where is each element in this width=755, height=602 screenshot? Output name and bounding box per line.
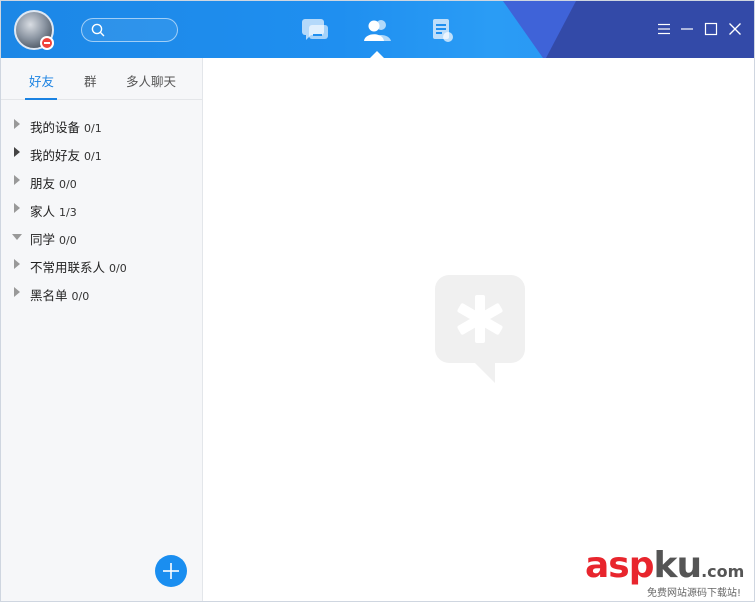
app-window: 好友 群 多人聊天 我的设备 0/1 我的好友 0/1 朋友 0/0 家人 1/3 [0,0,755,602]
menu-button[interactable] [656,21,672,37]
group-count: 0/0 [59,234,77,247]
group-count: 0/0 [59,178,77,191]
maximize-button[interactable] [703,21,719,37]
active-tab-underline [25,98,57,100]
nav-feeds-button[interactable] [426,15,458,45]
plus-icon [163,563,179,579]
chevron-right-icon [14,119,20,129]
chat-bubbles-icon [302,19,328,40]
chevron-right-icon [14,259,20,269]
group-count: 0/0 [71,290,90,303]
title-bar [1,1,754,58]
search-input[interactable] [110,21,172,39]
watermark-subtitle: 免费网站源码下载站! [647,588,742,599]
minimize-icon [681,28,693,30]
group-my-friends[interactable]: 我的好友 0/1 [1,138,202,166]
contacts-icon [364,20,391,41]
friend-group-list: 我的设备 0/1 我的好友 0/1 朋友 0/0 家人 1/3 同学 0/0 不常用联系人… [1,110,202,306]
search-box[interactable] [81,18,178,42]
group-classmates[interactable]: 同学 0/0 [1,222,202,250]
nav-messages-button[interactable] [299,15,331,45]
add-button[interactable] [155,555,187,587]
group-name: 不常用联系人 [30,260,106,275]
group-infrequent-contacts[interactable]: 不常用联系人 0/0 [1,250,202,278]
status-busy-icon[interactable] [40,36,54,50]
group-name: 家人 [30,204,56,219]
site-watermark: aspku.com 免费网站源码下载站! [585,546,753,601]
contacts-tabs: 好友 群 多人聊天 [1,58,202,100]
watermark-brand: asp [585,545,654,586]
group-count: 1/3 [59,206,77,219]
tab-multi-chat[interactable]: 多人聊天 [126,71,176,90]
tab-friends[interactable]: 好友 [29,71,54,90]
group-count: 0/1 [84,150,102,163]
group-family[interactable]: 家人 1/3 [1,194,202,222]
menu-icon [658,23,670,35]
chevron-right-icon [14,147,20,157]
tab-groups[interactable]: 群 [84,71,97,90]
group-my-devices[interactable]: 我的设备 0/1 [1,110,202,138]
contacts-sidebar: 好友 群 多人聊天 我的设备 0/1 我的好友 0/1 朋友 0/0 家人 1/3 [1,58,203,601]
chevron-right-icon [14,175,20,185]
minimize-button[interactable] [679,21,695,37]
group-blacklist[interactable]: 黑名单 0/0 [1,278,202,306]
watermark-suffix: .com [701,562,745,581]
close-icon [729,23,741,35]
watermark-brand-2: ku [653,545,703,586]
group-name: 黑名单 [30,288,68,303]
group-count: 0/1 [84,122,102,135]
active-nav-indicator [370,51,384,58]
group-name: 我的设备 [30,120,81,135]
maximize-icon [704,22,718,36]
close-button[interactable] [727,21,743,37]
tim-logo-icon [435,275,525,383]
chevron-right-icon [14,203,20,213]
title-bar-decoration-dark [546,1,754,58]
group-friends[interactable]: 朋友 0/0 [1,166,202,194]
group-name: 同学 [30,232,56,247]
chevron-right-icon [14,287,20,297]
nav-contacts-button[interactable] [362,15,394,45]
main-panel [203,58,754,601]
chevron-down-icon [12,234,22,240]
group-count: 0/0 [109,262,127,275]
group-name: 朋友 [30,176,56,191]
document-icon [433,19,453,42]
group-name: 我的好友 [30,148,81,163]
search-icon [91,23,105,37]
